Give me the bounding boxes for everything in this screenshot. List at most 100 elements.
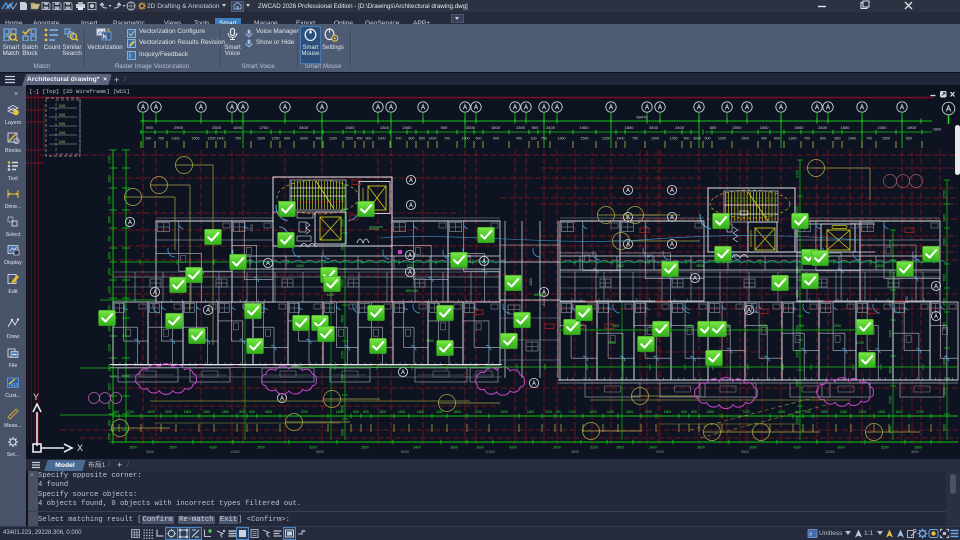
svg-text:800 600: 800 600 [534,293,546,297]
svg-text:1800: 1800 [664,410,672,414]
svg-text:1500: 1500 [796,380,800,388]
svg-text:1900: 1900 [108,286,112,294]
svg-text:700: 700 [396,136,402,140]
svg-text:2700: 2700 [260,125,270,130]
svg-text:1600: 1600 [841,125,851,130]
svg-text:750: 750 [158,136,164,140]
svg-text:2300: 2300 [516,125,526,130]
svg-text:1600: 1600 [686,324,694,328]
svg-text:1800: 1800 [417,410,425,414]
svg-text:1700: 1700 [856,341,864,345]
svg-text:1500: 1500 [345,136,353,140]
svg-text:2400: 2400 [346,125,356,130]
svg-text:3000: 3000 [300,136,308,140]
svg-text:3400: 3400 [413,446,421,450]
svg-text:1400: 1400 [429,136,437,140]
svg-text:3000: 3000 [466,125,476,130]
svg-text:800 600: 800 600 [406,289,418,293]
svg-text:750: 750 [541,136,547,140]
svg-text:9200: 9200 [656,450,664,454]
svg-text:2000: 2000 [733,125,743,130]
svg-text:1800: 1800 [778,410,786,414]
svg-text:5600: 5600 [571,450,579,454]
svg-text:5200: 5200 [309,446,317,450]
svg-text:1800: 1800 [527,410,535,414]
svg-text:450: 450 [761,136,767,140]
svg-text:1500: 1500 [882,136,890,140]
svg-text:1800: 1800 [379,410,387,414]
svg-text:900: 900 [316,136,322,140]
svg-text:100: 100 [113,410,119,414]
svg-text:2400: 2400 [500,410,508,414]
svg-text:5600: 5600 [316,450,324,454]
svg-text:1500: 1500 [108,216,112,224]
svg-text:2100: 2100 [108,196,112,204]
svg-text:1400: 1400 [848,136,856,140]
svg-text:800: 800 [681,410,687,414]
svg-text:3400: 3400 [649,446,657,450]
svg-text:1600: 1600 [453,410,461,414]
svg-text:900: 900 [441,125,448,130]
svg-text:1500: 1500 [760,125,770,130]
svg-text:900: 900 [146,125,153,130]
svg-text:2400: 2400 [341,375,345,383]
svg-text:7900: 7900 [943,424,947,432]
svg-text:1500: 1500 [192,136,200,140]
svg-text:2600: 2600 [476,446,484,450]
svg-text:2400: 2400 [943,214,947,222]
svg-text:11300: 11300 [825,450,834,454]
svg-text:1200: 1200 [602,136,610,140]
svg-text:1500: 1500 [943,238,947,246]
svg-text:900: 900 [684,136,690,140]
svg-text:2000: 2000 [608,341,616,345]
svg-text:3400: 3400 [649,125,659,130]
svg-text:1500: 1500 [108,383,112,391]
svg-text:5200: 5200 [590,446,598,450]
svg-text:5600: 5600 [741,450,749,454]
svg-text:1800: 1800 [426,339,434,343]
svg-text:800: 800 [249,410,255,414]
svg-text:2700: 2700 [943,190,947,198]
svg-text:X: X [77,443,83,453]
svg-text:7200: 7200 [742,410,750,414]
svg-text:2900: 2900 [174,125,184,130]
svg-text:1150: 1150 [878,410,885,414]
svg-text:2800: 2800 [616,446,624,450]
svg-text:750: 750 [235,136,241,140]
svg-text:1700: 1700 [916,410,924,414]
svg-text:1700: 1700 [568,410,576,414]
svg-text:1800: 1800 [184,410,192,414]
svg-text:1800: 1800 [626,410,634,414]
svg-text:850: 850 [835,136,841,140]
svg-text:3600: 3600 [697,446,705,450]
svg-text:3000: 3000 [553,446,561,450]
svg-text:3.00: 3.00 [59,104,65,108]
svg-text:1000: 1000 [257,136,265,140]
svg-text:900: 900 [493,136,499,140]
svg-text:1150: 1150 [398,410,405,414]
svg-text:800: 800 [805,410,811,414]
svg-text:3.00: 3.00 [59,122,65,126]
svg-text:4500: 4500 [341,315,345,323]
svg-text:4300: 4300 [793,446,801,450]
svg-text:100: 100 [531,136,537,140]
svg-text:1800: 1800 [821,410,829,414]
svg-text:1300: 1300 [529,278,533,286]
svg-text:900: 900 [774,136,780,140]
svg-text:1700: 1700 [760,324,768,328]
svg-text:3000: 3000 [257,446,265,450]
svg-text:2400: 2400 [403,125,413,130]
svg-text:1500: 1500 [741,136,749,140]
svg-text:1300: 1300 [797,324,805,328]
svg-text:3000: 3000 [837,446,845,450]
svg-text:750: 750 [632,136,638,140]
svg-text:1600: 1600 [895,410,903,414]
svg-text:900: 900 [366,136,372,140]
svg-text:3000: 3000 [795,125,805,130]
svg-text:2800: 2800 [361,446,369,450]
svg-text:700: 700 [866,136,872,140]
svg-text:800: 800 [710,125,717,130]
svg-text:1150: 1150 [607,410,614,414]
svg-text:2700: 2700 [889,396,893,404]
svg-text:1250: 1250 [272,136,280,140]
